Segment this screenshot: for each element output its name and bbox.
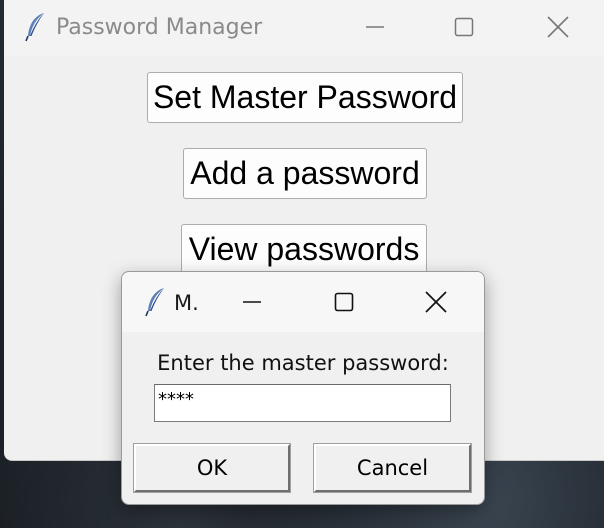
dialog-close-button[interactable] — [413, 282, 459, 322]
close-icon — [425, 291, 447, 313]
window-title: Password Manager — [56, 15, 263, 40]
cancel-button[interactable]: Cancel — [313, 443, 472, 493]
close-icon — [547, 16, 569, 38]
dialog-maximize-button[interactable] — [321, 282, 367, 322]
minimize-button[interactable] — [352, 7, 398, 47]
close-button[interactable] — [535, 7, 581, 47]
maximize-icon — [334, 292, 354, 312]
view-passwords-button[interactable]: View passwords — [181, 224, 427, 275]
feather-icon — [24, 12, 48, 42]
maximize-button[interactable] — [441, 7, 487, 47]
dialog-titlebar[interactable]: M. — [122, 272, 484, 332]
dialog-title: M. — [174, 291, 199, 315]
add-password-button[interactable]: Add a password — [183, 148, 427, 199]
minimize-icon — [243, 301, 261, 303]
set-master-password-button[interactable]: Set Master Password — [147, 72, 463, 123]
master-password-prompt: Enter the master password: — [157, 351, 449, 375]
minimize-icon — [366, 26, 384, 28]
master-password-dialog: M. Enter the master password: **** OK Ca… — [121, 271, 485, 505]
ok-button[interactable]: OK — [133, 443, 291, 493]
dialog-minimize-button[interactable] — [229, 282, 275, 322]
feather-icon — [144, 287, 168, 317]
main-titlebar[interactable]: Password Manager — [4, 0, 604, 56]
master-password-input[interactable]: **** — [154, 384, 451, 422]
maximize-icon — [454, 17, 474, 37]
